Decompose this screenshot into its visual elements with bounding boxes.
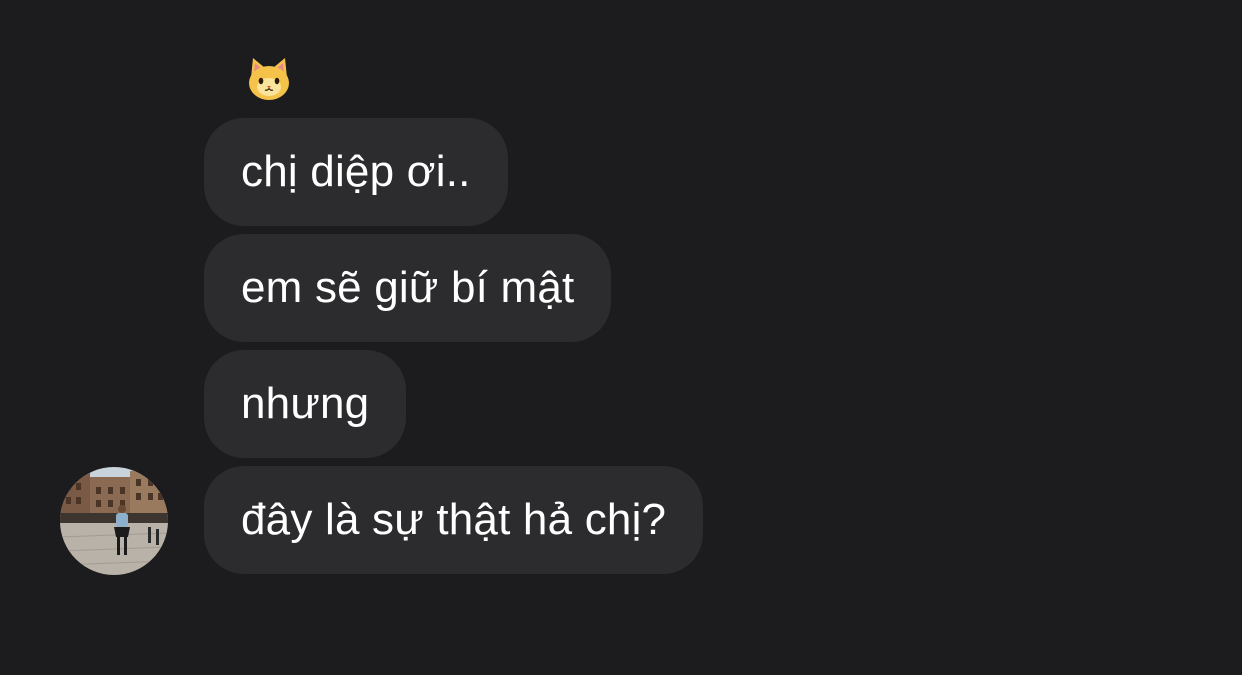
message-bubble-1[interactable]: chị diệp ơi.. xyxy=(204,118,508,226)
message-bubble-3[interactable]: nhưng xyxy=(204,350,407,458)
message-bubble-4[interactable]: đây là sự thật hả chị? xyxy=(204,466,704,574)
message-bubble-2[interactable]: em sẽ giữ bí mật xyxy=(204,234,612,342)
sender-avatar[interactable] xyxy=(60,467,168,575)
chat-thread-view: chị diệp ơi.. em sẽ giữ bí mật nhưng đây… xyxy=(0,0,1242,675)
cat-face-icon[interactable] xyxy=(246,56,292,102)
message-group: chị diệp ơi.. em sẽ giữ bí mật nhưng đây… xyxy=(204,118,704,574)
